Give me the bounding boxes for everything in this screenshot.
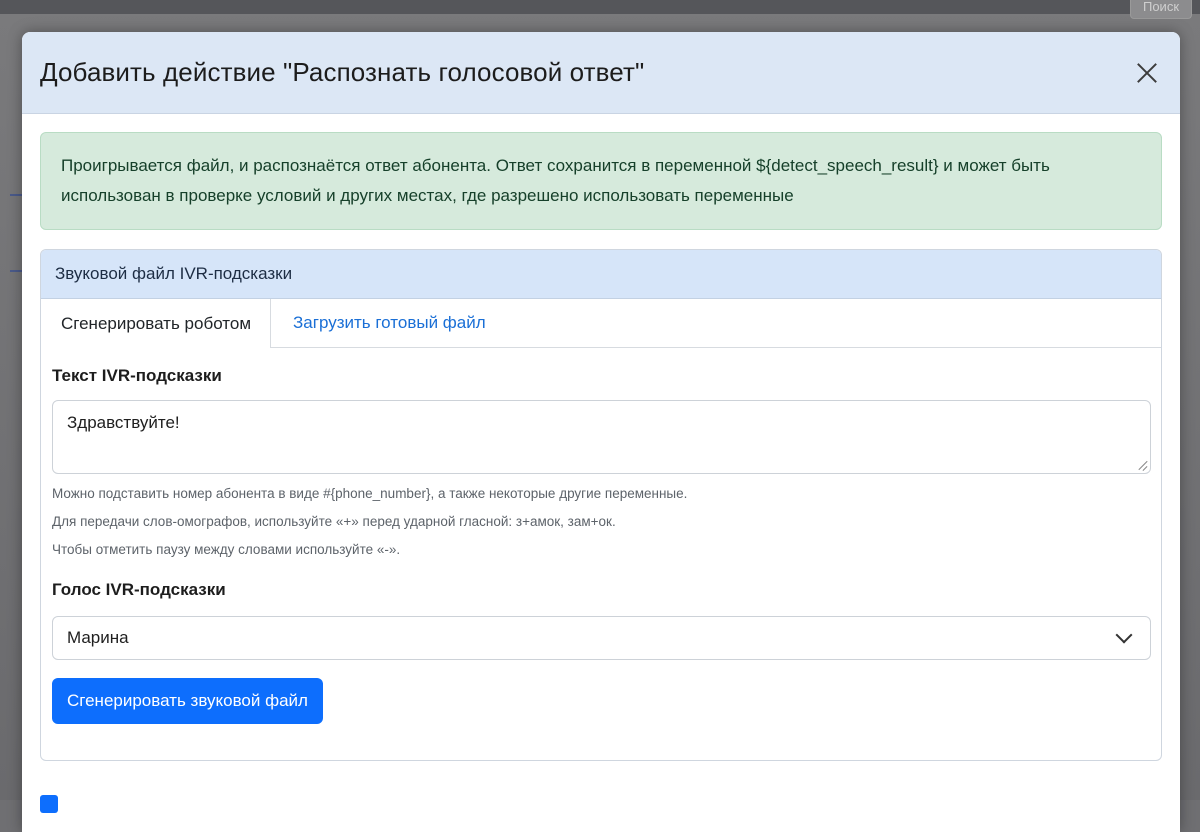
ivr-text-value: Здравствуйте! bbox=[67, 413, 180, 432]
card-content: Текст IVR-подсказки Здравствуйте! Можно … bbox=[41, 348, 1161, 724]
modal-dialog: Добавить действие "Распознать голосовой … bbox=[22, 32, 1180, 832]
close-icon[interactable] bbox=[1132, 58, 1162, 88]
modal-header: Добавить действие "Распознать голосовой … bbox=[22, 32, 1180, 114]
hint-text: Можно подставить номер абонента в виде #… bbox=[52, 480, 1151, 564]
modal-body: Проигрывается файл, и распознаётся ответ… bbox=[22, 114, 1180, 761]
ivr-text-label: Текст IVR-подсказки bbox=[52, 366, 222, 385]
generate-audio-button[interactable]: Сгенерировать звуковой файл bbox=[52, 678, 323, 724]
hint-line: Чтобы отметить паузу между словами испол… bbox=[52, 542, 401, 557]
card-header: Звуковой файл IVR-подсказки bbox=[41, 250, 1161, 299]
hint-line: Можно подставить номер абонента в виде #… bbox=[52, 486, 688, 501]
checkbox[interactable] bbox=[40, 795, 58, 813]
ivr-file-card: Звуковой файл IVR-подсказки Сгенерироват… bbox=[40, 249, 1162, 761]
tab-upload-file[interactable]: Загрузить готовый файл bbox=[271, 299, 504, 347]
background-app-header bbox=[0, 0, 1200, 14]
hint-line: Для передачи слов-омографов, используйте… bbox=[52, 514, 616, 529]
voice-selected-value: Марина bbox=[67, 628, 129, 647]
tab-list: Сгенерировать роботом Загрузить готовый … bbox=[41, 299, 1161, 348]
modal-title: Добавить действие "Распознать голосовой … bbox=[40, 57, 645, 87]
background-search-input: Поиск bbox=[1130, 0, 1192, 19]
ivr-text-textarea[interactable]: Здравствуйте! bbox=[52, 400, 1151, 474]
chevron-down-icon bbox=[1115, 626, 1133, 644]
voice-label: Голос IVR-подсказки bbox=[52, 580, 226, 599]
tab-generate-robot[interactable]: Сгенерировать роботом bbox=[41, 299, 272, 348]
resize-handle-icon[interactable] bbox=[1137, 460, 1147, 470]
voice-select[interactable]: Марина bbox=[52, 616, 1151, 660]
info-alert: Проигрывается файл, и распознаётся ответ… bbox=[40, 132, 1162, 230]
